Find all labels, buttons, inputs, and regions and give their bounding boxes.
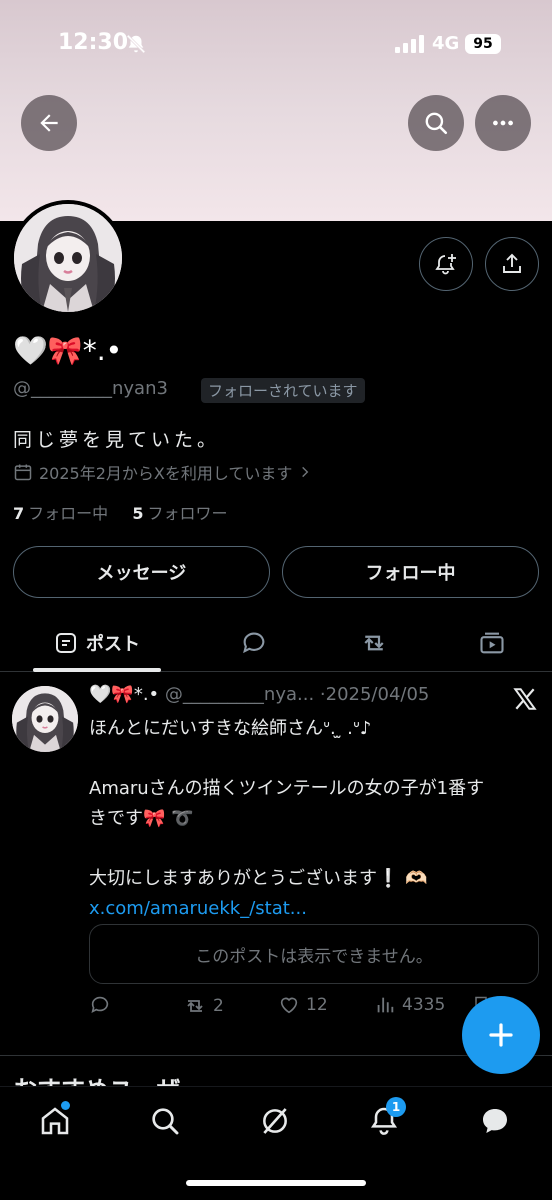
nav-notifications[interactable]: 1 (364, 1097, 406, 1141)
repost-icon (187, 1000, 203, 1012)
post-link[interactable]: x.com/amaruekk_/stat... (89, 894, 534, 924)
joined-text: 2025年2月からXを利用しています (39, 464, 293, 483)
home-unread-dot (61, 1101, 70, 1110)
post-date: ·2025/04/05 (319, 684, 430, 705)
post-item[interactable]: 🤍🎀*.• @_________nya... ·2025/04/05 ほんとにだ… (0, 672, 552, 1056)
home-indicator (186, 1180, 366, 1186)
profile-handle: @_________nyan3 (13, 378, 168, 399)
grok-icon (263, 1108, 287, 1134)
more-dots-icon (493, 120, 513, 126)
joined-date[interactable]: 2025年2月からXを利用しています (13, 460, 312, 484)
bell-off-icon (126, 34, 146, 54)
network-label: 4G (432, 33, 460, 54)
search-button[interactable] (408, 95, 464, 151)
share-icon (503, 253, 521, 273)
repost-icon (364, 635, 384, 651)
post-header: 🤍🎀*.• @_________nya... ·2025/04/05 (89, 684, 429, 705)
quoted-post-unavailable: このポストは表示できません。 (89, 924, 539, 984)
x-logo-icon (513, 688, 537, 710)
following-link[interactable]: 7 フォロー中 (13, 504, 108, 523)
share-button[interactable] (485, 237, 539, 291)
status-time: 12:30 (58, 30, 129, 55)
status-bar: 12:30 4G 95 (0, 0, 552, 90)
bell-plus-icon (435, 254, 456, 275)
post-line: Amaruさんの描くツインテールの女の子が1番す (89, 778, 485, 799)
avatar-image (14, 204, 122, 312)
video-icon (480, 632, 504, 654)
compose-button[interactable] (462, 996, 540, 1074)
tab-posts-label: ポスト (86, 634, 140, 655)
like-count: 12 (306, 995, 328, 1015)
repost-count: 2 (213, 996, 224, 1016)
post-line: ほんとにだいすきな絵師さんᐡ. ̫ .ᐡ♪ (89, 718, 372, 739)
calendar-icon (14, 464, 32, 481)
signal-icon (395, 35, 424, 53)
reply-icon (243, 632, 265, 654)
post-actions: 2 12 4335 (89, 994, 489, 1024)
chat-bubble-icon (483, 1109, 507, 1133)
reply-button[interactable] (89, 994, 111, 1016)
repost-button[interactable]: 2 (183, 994, 224, 1018)
notify-button[interactable] (419, 237, 473, 291)
follows-you-badge: フォローされています (201, 378, 365, 403)
tab-media[interactable] (468, 614, 516, 672)
post-line: きです🎀 ➰ (89, 808, 194, 829)
notification-badge: 1 (386, 1097, 406, 1117)
post-author-name[interactable]: 🤍🎀*.• (89, 684, 159, 705)
chart-bars-icon (377, 997, 394, 1013)
post-author-handle[interactable]: @_________nya... (165, 684, 314, 705)
post-line (89, 744, 534, 774)
nav-messages[interactable] (475, 1101, 515, 1141)
heart-icon (280, 997, 298, 1014)
more-button[interactable] (475, 95, 531, 151)
profile-avatar[interactable] (10, 200, 126, 316)
follow-counts: 7 フォロー中 5 フォロワー (13, 500, 228, 524)
followers-link[interactable]: 5 フォロワー (132, 504, 227, 523)
tab-replies[interactable] (230, 614, 278, 672)
following-label: フォロー中 (28, 504, 109, 523)
search-icon (152, 1108, 179, 1135)
nav-grok[interactable] (255, 1101, 295, 1141)
search-icon (425, 112, 448, 135)
tab-posts[interactable]: ポスト (33, 614, 161, 672)
nav-home[interactable] (35, 1101, 75, 1141)
followers-label: フォロワー (147, 504, 228, 523)
profile-tabs: ポスト (0, 614, 552, 672)
plus-icon (489, 1023, 513, 1047)
reply-icon (91, 996, 109, 1013)
post-text: ほんとにだいすきな絵師さんᐡ. ̫ .ᐡ♪ Amaruさんの描くツインテールの女… (89, 714, 534, 924)
arrow-left-icon (40, 114, 58, 132)
view-count: 4335 (402, 995, 446, 1015)
post-icon (56, 633, 76, 653)
tab-reposts[interactable] (350, 614, 398, 672)
views-button[interactable]: 4335 (374, 994, 445, 1016)
like-button[interactable]: 12 (278, 994, 328, 1016)
display-name: 🤍🎀*.• (13, 334, 123, 367)
post-line: 大切にしますありがとうございます❕ 🫶🏻 (89, 868, 428, 889)
following-count: 7 (13, 504, 25, 523)
chevron-right-icon (302, 466, 309, 478)
following-button[interactable]: フォロー中 (282, 546, 539, 598)
message-button[interactable]: メッセージ (13, 546, 270, 598)
followers-count: 5 (132, 504, 144, 523)
back-button[interactable] (21, 95, 77, 151)
post-line (89, 834, 534, 864)
nav-search[interactable] (145, 1101, 185, 1141)
battery-indicator: 95 (465, 34, 501, 54)
post-author-avatar[interactable] (12, 686, 78, 752)
profile-bio: 同じ夢を見ていた。 (13, 429, 221, 451)
